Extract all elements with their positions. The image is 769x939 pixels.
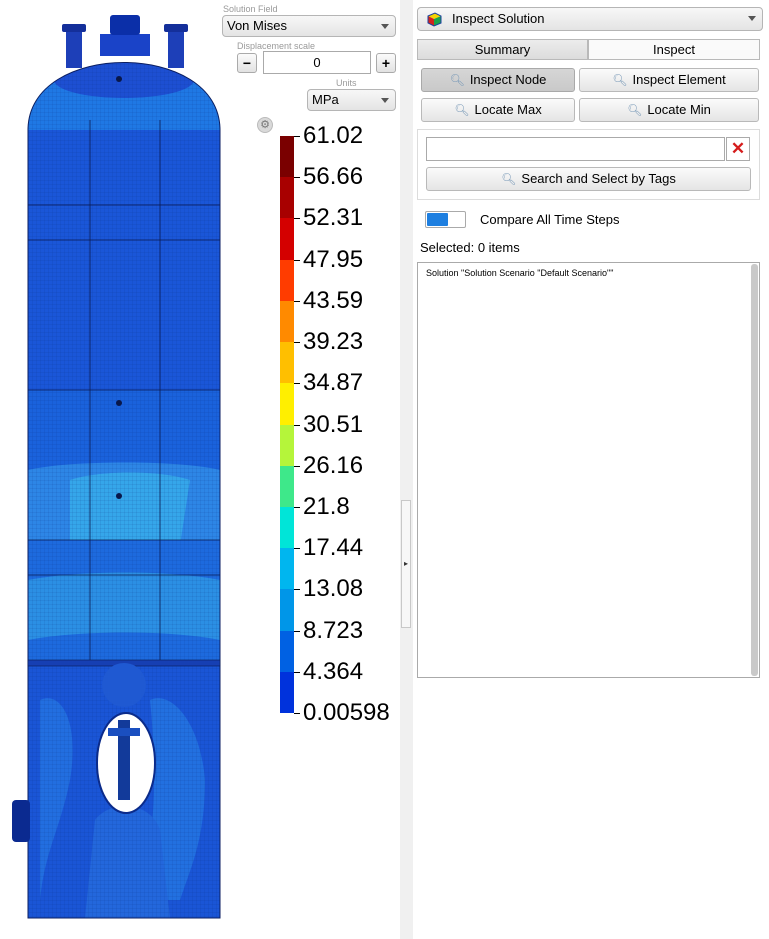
units-label: Units (336, 78, 357, 88)
legend-color-band (280, 465, 294, 508)
locate-max-label: Locate Max (474, 102, 542, 117)
tag-search-group: ✕ 🔍︎ Search and Select by Tags (417, 129, 760, 200)
legend-tick-label: 30.51 (303, 410, 364, 438)
solution-field-label: Solution Field (223, 4, 278, 14)
legend-tick-label: 56.66 (303, 163, 364, 191)
results-scrollbar[interactable] (751, 264, 758, 676)
search-icon: 🔍︎ (449, 73, 465, 87)
legend-color-band (280, 177, 294, 219)
search-icon: 🔍︎ (612, 73, 628, 87)
chevron-down-icon (748, 16, 756, 21)
increase-scale-button[interactable]: + (376, 53, 396, 73)
panel-splitter[interactable] (400, 0, 413, 939)
displacement-scale-label: Displacement scale (237, 41, 316, 51)
legend-color-band (280, 300, 294, 343)
solution-field-select[interactable]: Von Mises (222, 15, 396, 37)
results-list[interactable]: Solution "Solution Scenario "Default Sce… (417, 262, 760, 678)
search-icon: 🔍︎ (454, 103, 470, 117)
legend-tick (294, 589, 300, 591)
legend-tick-label: 47.95 (303, 245, 364, 273)
selected-count: Selected: 0 items (420, 240, 520, 255)
legend-tick-label: 4.364 (303, 657, 364, 685)
tab-inspect[interactable]: Inspect (588, 39, 760, 60)
displacement-scale-input[interactable]: 0 (263, 51, 371, 74)
cube-icon (427, 12, 442, 27)
legend-tick (294, 300, 300, 302)
legend-tick (294, 218, 300, 220)
inspect-node-button[interactable]: 🔍︎ Inspect Node (421, 68, 575, 92)
legend-color-band (280, 671, 294, 714)
locate-max-button[interactable]: 🔍︎ Locate Max (421, 98, 575, 122)
legend-tick (294, 342, 300, 344)
gear-icon[interactable]: ⚙ (257, 117, 273, 133)
collapse-arrow-icon: ▸ (404, 559, 409, 568)
legend-tick-label: 43.59 (303, 286, 364, 314)
legend-tick (294, 424, 300, 426)
legend-color-band (280, 630, 294, 673)
legend-tick (294, 506, 300, 508)
legend-tick (294, 548, 300, 550)
chevron-down-icon (381, 24, 389, 29)
search-icon: 🔍︎ (627, 103, 643, 117)
legend-tick (294, 671, 300, 673)
legend-tick (294, 136, 300, 137)
panel-title: Inspect Solution (452, 11, 545, 26)
side-nozzle (12, 800, 30, 842)
legend-tick-label: 52.31 (303, 204, 364, 232)
inspect-element-label: Inspect Element (632, 72, 726, 87)
locate-min-button[interactable]: 🔍︎ Locate Min (579, 98, 759, 122)
top-flange (100, 34, 150, 56)
legend-tick-label: 13.08 (303, 575, 364, 603)
inspect-node-label: Inspect Node (469, 72, 547, 87)
inspect-panel: Inspect Solution Summary Inspect 🔍︎ Inspe… (413, 0, 769, 939)
units-select[interactable]: MPa (307, 89, 396, 111)
legend-color-band (280, 342, 294, 384)
legend-tick (294, 713, 300, 714)
splitter-handle[interactable]: ▸ (401, 500, 411, 628)
search-tags-label: Search and Select by Tags (521, 171, 676, 186)
nozzle-right (168, 28, 184, 68)
legend-tick-label: 8.723 (303, 616, 364, 644)
chevron-down-icon (381, 98, 389, 103)
legend-tick (294, 259, 300, 261)
legend-color-band (280, 218, 294, 261)
inspect-element-button[interactable]: 🔍︎ Inspect Element (579, 68, 759, 92)
legend-tick (294, 465, 300, 467)
tag-search-input[interactable] (426, 137, 725, 161)
nozzle-left (66, 28, 82, 68)
legend-color-band (280, 548, 294, 590)
legend-tick-label: 61.02 (303, 122, 364, 149)
toggle-on-indicator (427, 213, 448, 226)
legend-tick-label: 26.16 (303, 451, 364, 479)
legend-tick (294, 630, 300, 632)
legend-color-band (280, 424, 294, 467)
compare-time-steps-label: Compare All Time Steps (480, 212, 620, 227)
compare-time-steps-toggle[interactable] (425, 211, 466, 228)
list-item[interactable]: Solution "Solution Scenario "Default Sce… (426, 268, 613, 278)
search-tags-button[interactable]: 🔍︎ Search and Select by Tags (426, 167, 751, 191)
legend-tick-label: 0.00598 (303, 699, 390, 726)
search-icon: 🔍︎ (501, 172, 517, 186)
legend-tick-label: 21.8 (303, 492, 350, 520)
legend-tick (294, 383, 300, 385)
legend-color-band (280, 589, 294, 632)
clear-icon[interactable]: ✕ (726, 137, 750, 161)
legend-tick-label: 17.44 (303, 534, 364, 562)
viewport-3d[interactable]: Solution Field Von Mises Displacement sc… (0, 0, 400, 939)
panel-mode-select[interactable]: Inspect Solution (417, 7, 763, 31)
legend-tick-label: 39.23 (303, 328, 364, 356)
solution-field-value: Von Mises (227, 18, 287, 33)
units-value: MPa (312, 92, 339, 107)
locate-min-label: Locate Min (647, 102, 711, 117)
legend-color-band (280, 136, 294, 178)
legend-tick-label: 34.87 (303, 369, 364, 397)
legend-color-band (280, 506, 294, 549)
color-legend-bar (280, 136, 294, 714)
legend-color-band (280, 383, 294, 425)
legend-tick (294, 177, 300, 179)
legend-color-band (280, 259, 294, 302)
decrease-scale-button[interactable]: − (237, 53, 257, 73)
tab-summary[interactable]: Summary (417, 39, 588, 60)
